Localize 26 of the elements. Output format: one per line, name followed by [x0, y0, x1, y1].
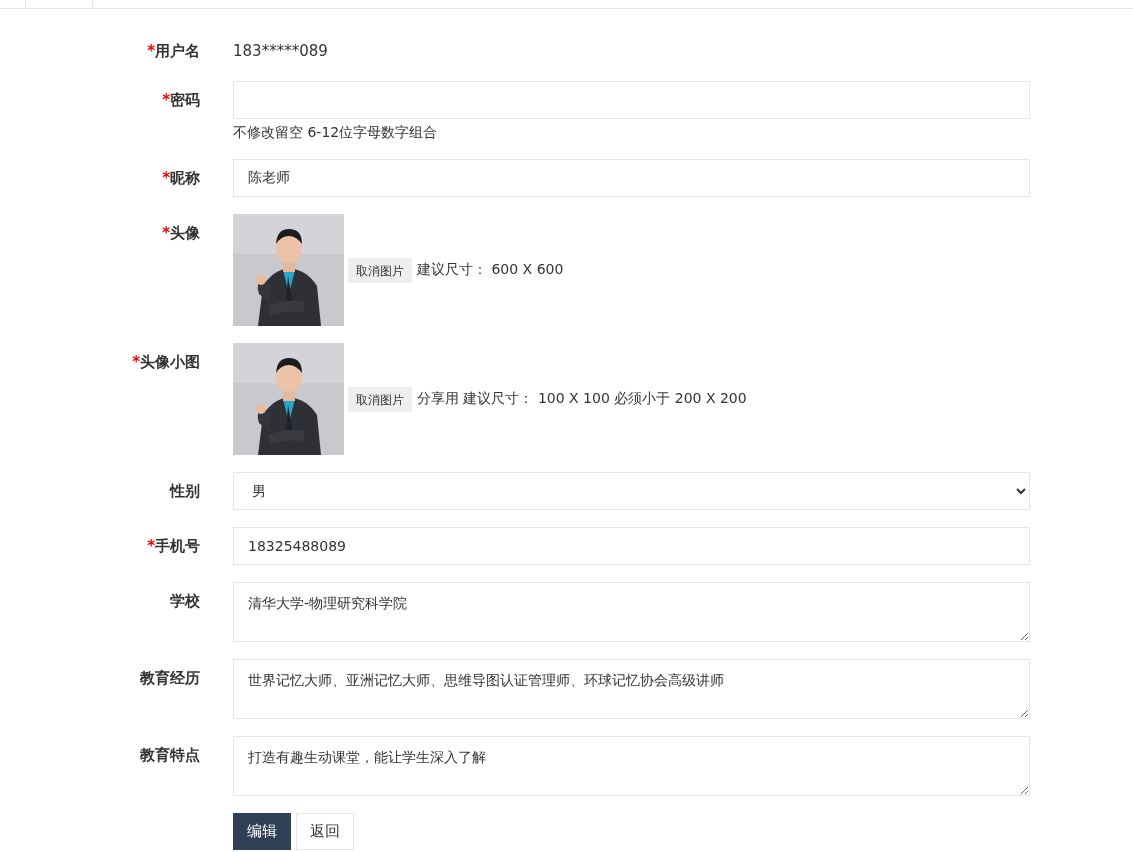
field-label: *头像 — [162, 223, 200, 243]
textarea-field[interactable]: 世界记忆大师、亚洲记忆大师、思维导图认证管理师、环球记忆协会高级讲师 — [233, 659, 1030, 719]
size-hint: 建议尺寸： 600 X 600 — [417, 261, 564, 279]
field-label: *昵称 — [162, 168, 200, 188]
input-field[interactable]: 陈老师 — [233, 159, 1030, 197]
tab[interactable] — [25, 0, 93, 9]
back-button[interactable]: 返回 — [296, 813, 354, 850]
textarea-field[interactable]: 打造有趣生动课堂，能让学生深入了解 — [233, 736, 1030, 796]
username-value: 183*****089 — [233, 41, 329, 62]
cancel-image-button[interactable]: 取消图片 — [348, 257, 412, 283]
size-hint: 分享用 建议尺寸： 100 X 100 必须小于 200 X 200 — [417, 390, 747, 408]
field-label: *头像小图 — [132, 352, 200, 372]
select-field[interactable]: 男 — [233, 472, 1030, 510]
textarea-field[interactable]: 清华大学-物理研究科学院 — [233, 582, 1030, 642]
edit-button[interactable]: 编辑 — [233, 813, 291, 850]
password-field[interactable] — [233, 81, 1030, 119]
field-label: *密码 — [162, 90, 200, 110]
field-label: 教育特点 — [140, 745, 200, 765]
field-label: *手机号 — [147, 536, 200, 556]
cancel-image-button[interactable]: 取消图片 — [348, 386, 412, 412]
field-label: 性别 — [170, 481, 200, 501]
field-label: *用户名 — [147, 41, 200, 61]
hint-text: 不修改留空 6-12位字母数字组合 — [233, 123, 439, 142]
field-label: 学校 — [170, 591, 200, 611]
field-label: 教育经历 — [140, 668, 200, 688]
input-field[interactable]: 18325488089 — [233, 527, 1030, 565]
